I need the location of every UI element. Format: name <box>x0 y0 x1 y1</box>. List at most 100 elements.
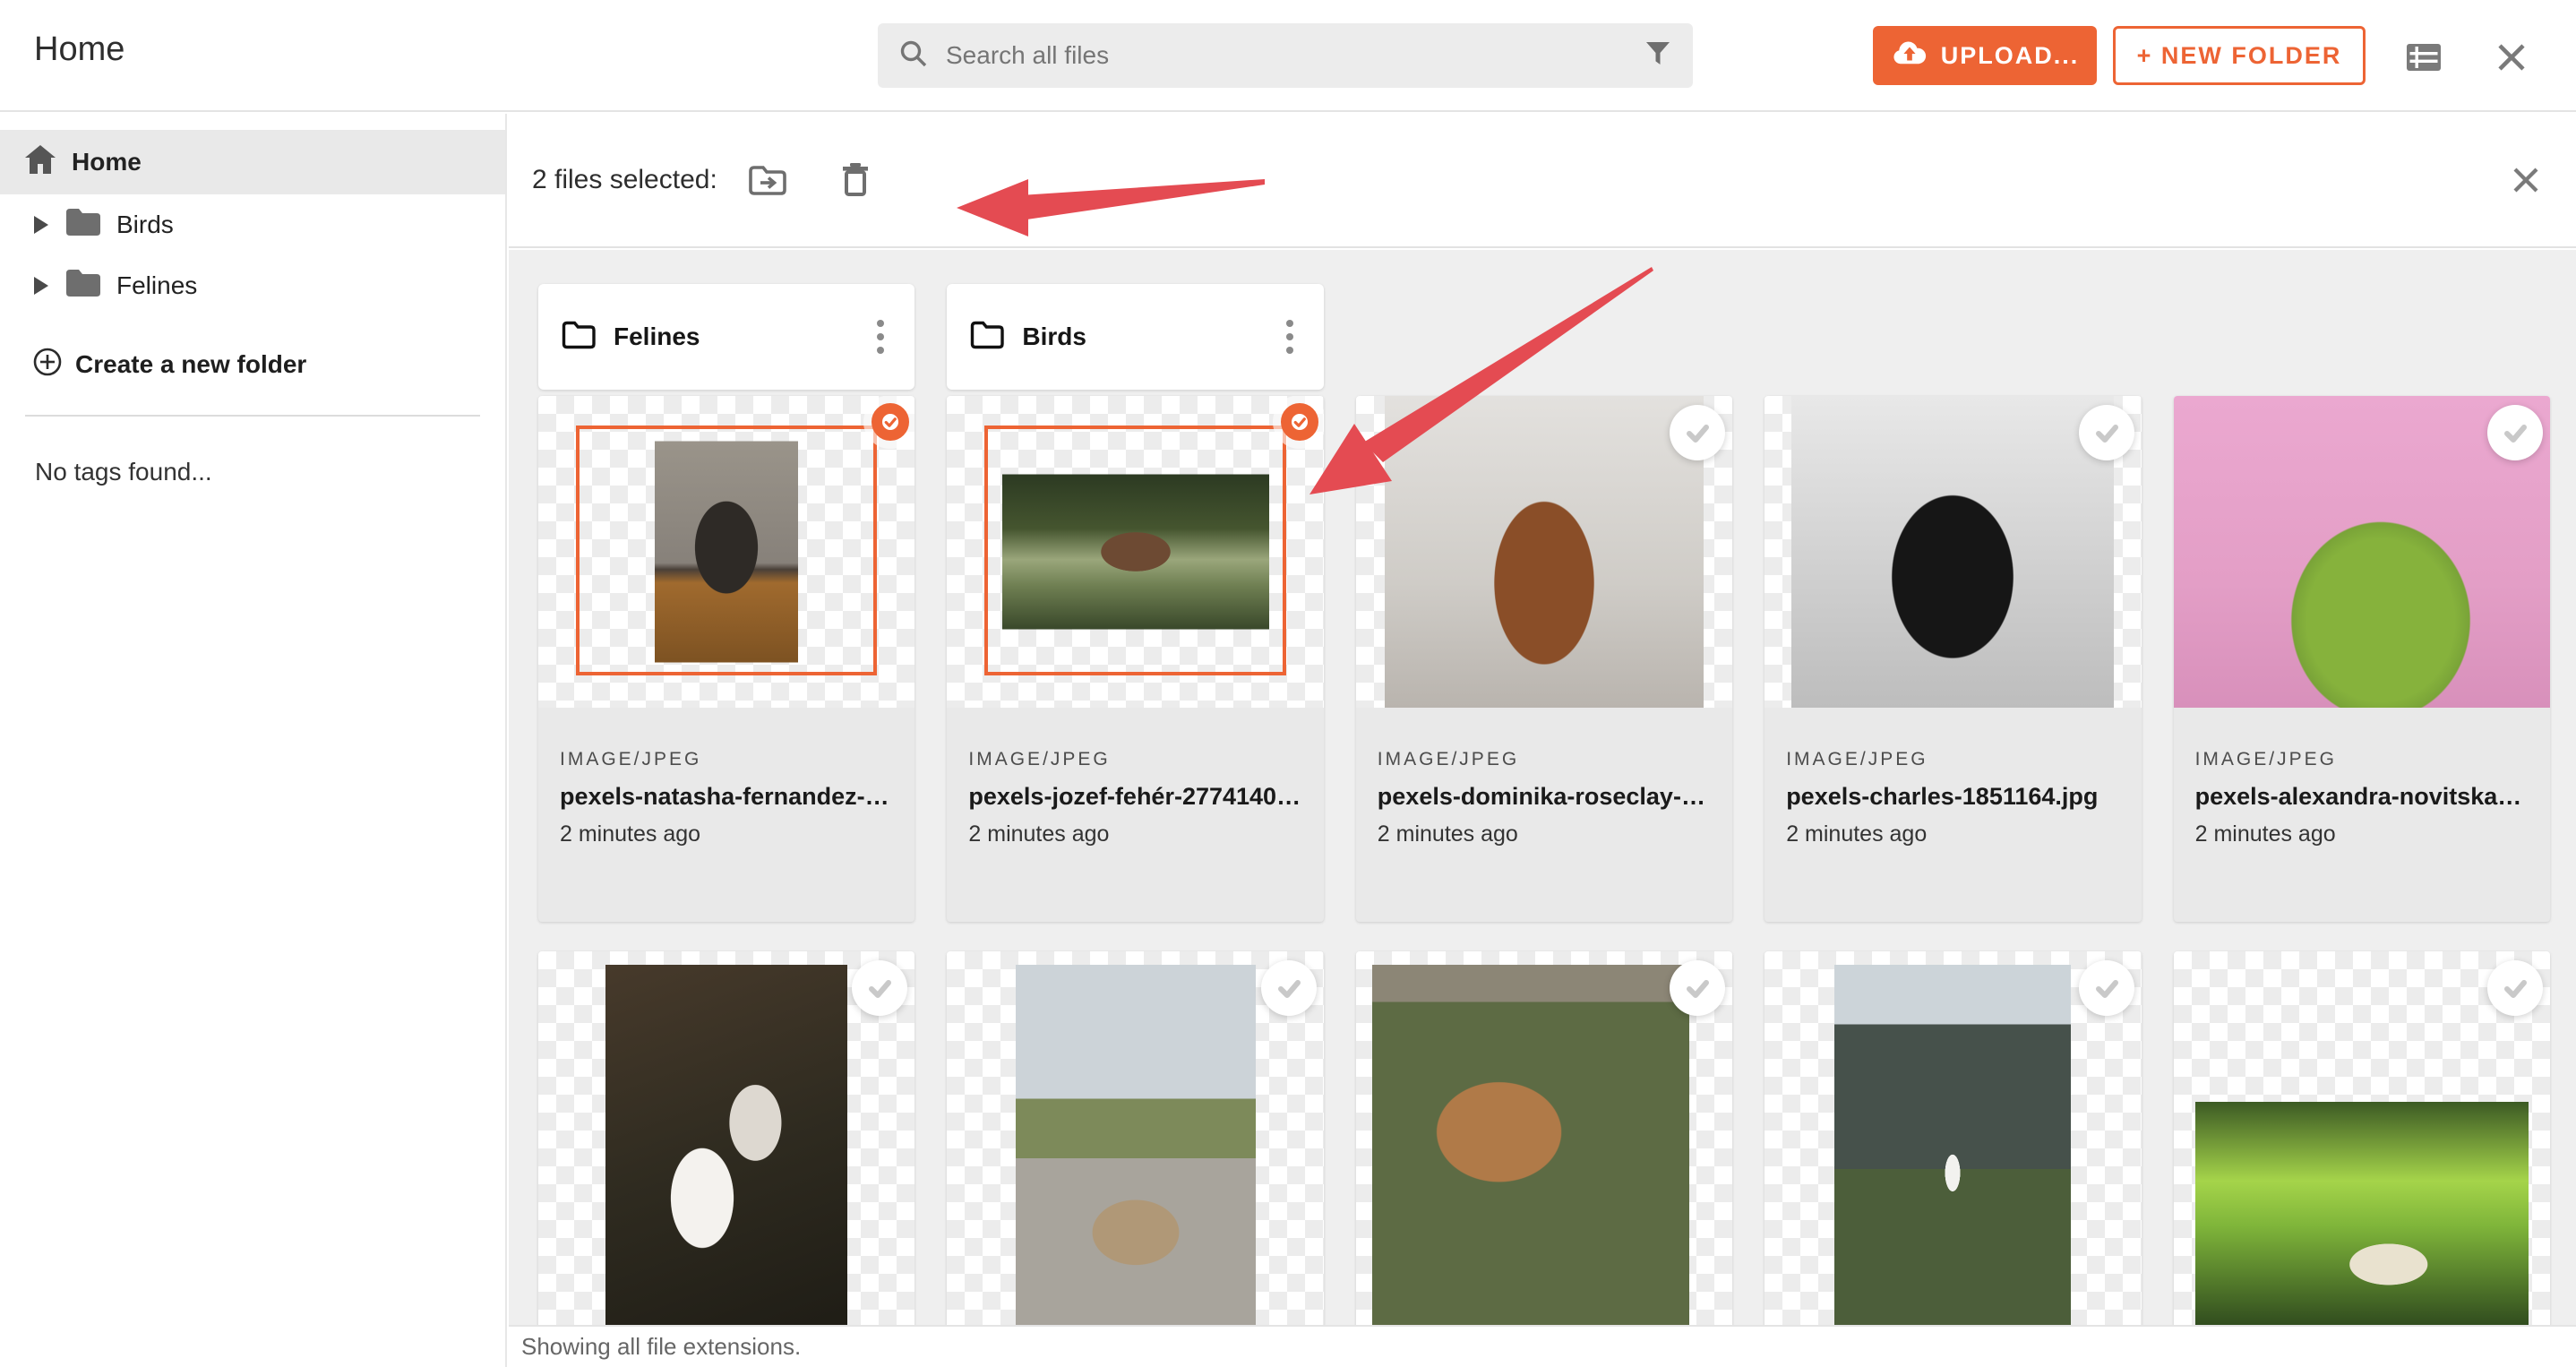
thumbnail-area <box>1355 951 1733 1325</box>
file-type-label: IMAGE/JPEG <box>2194 749 2337 769</box>
home-icon <box>23 144 57 181</box>
file-card[interactable] <box>1765 951 2142 1325</box>
file-type-label: IMAGE/JPEG <box>1786 749 1928 769</box>
file-type-label: IMAGE/JPEG <box>968 749 1111 769</box>
thumbnail-brown-dachshund <box>1384 396 1704 708</box>
selected-check-badge[interactable] <box>872 403 910 441</box>
thumbnail-white-goat-mountain <box>1834 965 2072 1325</box>
file-type-label: IMAGE/JPEG <box>1377 749 1520 769</box>
status-bar: Showing all file extensions. <box>509 1325 2576 1367</box>
file-meta: IMAGE/JPEG pexels-dominika-roseclay-8952… <box>1356 708 1732 922</box>
file-card[interactable] <box>2173 951 2550 1325</box>
main-panel: 2 files selected: Felines Birds IMAGE/JP… <box>509 114 2576 1367</box>
thumbnail-geese-on-road <box>1015 965 1256 1325</box>
thumbnail-lambs-in-grass <box>2194 1102 2529 1325</box>
search-bar[interactable] <box>878 23 1693 88</box>
thumbnail-area <box>538 951 915 1325</box>
no-tags-message: No tags found... <box>35 458 212 486</box>
sidebar-item-home[interactable]: Home <box>0 130 505 194</box>
file-meta: IMAGE/JPEG pexels-alexandra-novitskaya- 2… <box>2174 708 2550 922</box>
thumbnail-area <box>947 396 1324 708</box>
upload-button[interactable]: UPLOAD... <box>1873 26 2097 85</box>
kebab-menu-icon[interactable] <box>870 313 891 361</box>
file-meta: IMAGE/JPEG pexels-charles-1851164.jpg 2 … <box>1765 708 2141 922</box>
trash-icon[interactable] <box>832 157 879 203</box>
file-timestamp: 2 minutes ago <box>968 821 1110 847</box>
search-input[interactable] <box>946 41 1643 70</box>
file-timestamp: 2 minutes ago <box>2194 821 2336 847</box>
filter-icon[interactable] <box>1643 39 1673 73</box>
selection-toolbar: 2 files selected: <box>509 114 2576 248</box>
file-name: pexels-alexandra-novitskaya-2... <box>2194 783 2529 810</box>
folder-icon <box>64 268 102 305</box>
unselected-check-badge[interactable] <box>1260 960 1317 1016</box>
thumbnail-area <box>1765 396 2142 708</box>
selection-count-text: 2 files selected: <box>532 165 717 194</box>
file-card[interactable]: IMAGE/JPEG pexels-charles-1851164.jpg 2 … <box>1765 396 2142 922</box>
top-bar: Home UPLOAD... <box>0 0 2576 112</box>
upload-cloud-icon <box>1891 39 1928 73</box>
thumbnail-area <box>538 396 915 708</box>
file-meta: IMAGE/JPEG pexels-natasha-fernandez-733.… <box>538 708 914 922</box>
folder-icon <box>64 207 102 244</box>
file-timestamp: 2 minutes ago <box>1786 821 1928 847</box>
new-folder-button[interactable]: + NEW FOLDER <box>2113 26 2366 85</box>
thumbnail-area <box>1355 396 1733 708</box>
move-to-folder-icon[interactable] <box>744 157 791 203</box>
file-name: pexels-charles-1851164.jpg <box>1786 783 2099 810</box>
file-card[interactable]: IMAGE/JPEG pexels-alexandra-novitskaya- 2… <box>2173 396 2550 922</box>
unselected-check-badge[interactable] <box>2486 960 2543 1016</box>
folder-icon <box>562 321 596 354</box>
thumbnail-black-pug <box>1791 396 2115 708</box>
folder-icon <box>970 321 1005 354</box>
create-folder-button[interactable]: Create a new folder <box>0 340 505 390</box>
file-meta: IMAGE/JPEG pexels-jozef-fehér-2774140.jp… <box>947 708 1323 922</box>
sidebar-divider <box>25 415 480 417</box>
file-timestamp: 2 minutes ago <box>560 821 701 847</box>
clear-selection-button[interactable] <box>2503 157 2549 203</box>
file-card[interactable] <box>947 951 1324 1325</box>
file-card[interactable]: IMAGE/JPEG pexels-jozef-fehér-2774140.jp… <box>947 396 1324 922</box>
thumbnail-area <box>1765 951 2142 1325</box>
file-card[interactable]: IMAGE/JPEG pexels-dominika-roseclay-8952… <box>1355 396 1733 922</box>
plus-circle-icon <box>32 347 63 383</box>
file-name: pexels-jozef-fehér-2774140.jpg <box>968 783 1302 810</box>
sidebar-item-birds[interactable]: Birds <box>0 194 505 255</box>
file-card[interactable] <box>538 951 915 1325</box>
file-timestamp: 2 minutes ago <box>1377 821 1518 847</box>
thumbnail-seagulls-on-railing <box>605 965 848 1325</box>
sidebar: Home Birds Felines Create a new folder N… <box>0 114 507 1367</box>
thumbnail-dog-swimming-with-stick <box>1001 474 1269 630</box>
folder-card-birds[interactable]: Birds <box>947 284 1324 390</box>
thumbnail-area <box>2173 951 2550 1325</box>
file-card[interactable] <box>1355 951 1733 1325</box>
unselected-check-badge[interactable] <box>2078 960 2134 1016</box>
close-icon[interactable] <box>2490 36 2533 79</box>
thumbnail-kangaroo-hand-feeding <box>1371 965 1689 1325</box>
file-grid: IMAGE/JPEG pexels-natasha-fernandez-733.… <box>538 396 2550 1325</box>
selected-check-badge[interactable] <box>1280 403 1318 441</box>
kebab-menu-icon[interactable] <box>1279 313 1301 361</box>
page-title: Home <box>34 30 125 68</box>
thumbnail-area <box>947 951 1324 1325</box>
status-text: Showing all file extensions. <box>521 1333 802 1360</box>
file-card[interactable]: IMAGE/JPEG pexels-natasha-fernandez-733.… <box>538 396 915 922</box>
file-browser-content: Felines Birds IMAGE/JPEG pexels-natasha-… <box>509 250 2576 1325</box>
sidebar-item-felines[interactable]: Felines <box>0 255 505 316</box>
unselected-check-badge[interactable] <box>2078 405 2134 460</box>
list-view-toggle[interactable] <box>2402 36 2445 79</box>
file-name: pexels-dominika-roseclay-8952... <box>1377 783 1711 810</box>
thumbnail-dog-with-party-hat <box>655 441 799 663</box>
unselected-check-badge[interactable] <box>852 960 908 1016</box>
unselected-check-badge[interactable] <box>2486 405 2543 460</box>
caret-right-icon[interactable] <box>34 216 48 234</box>
thumbnail-area <box>2173 396 2550 708</box>
caret-right-icon[interactable] <box>34 277 48 295</box>
folder-card-felines[interactable]: Felines <box>538 284 915 390</box>
unselected-check-badge[interactable] <box>1670 405 1726 460</box>
unselected-check-badge[interactable] <box>1670 960 1726 1016</box>
file-name: pexels-natasha-fernandez-733... <box>560 783 894 810</box>
folder-card-row: Felines Birds <box>538 284 2550 390</box>
search-icon <box>897 38 930 74</box>
file-type-label: IMAGE/JPEG <box>560 749 702 769</box>
